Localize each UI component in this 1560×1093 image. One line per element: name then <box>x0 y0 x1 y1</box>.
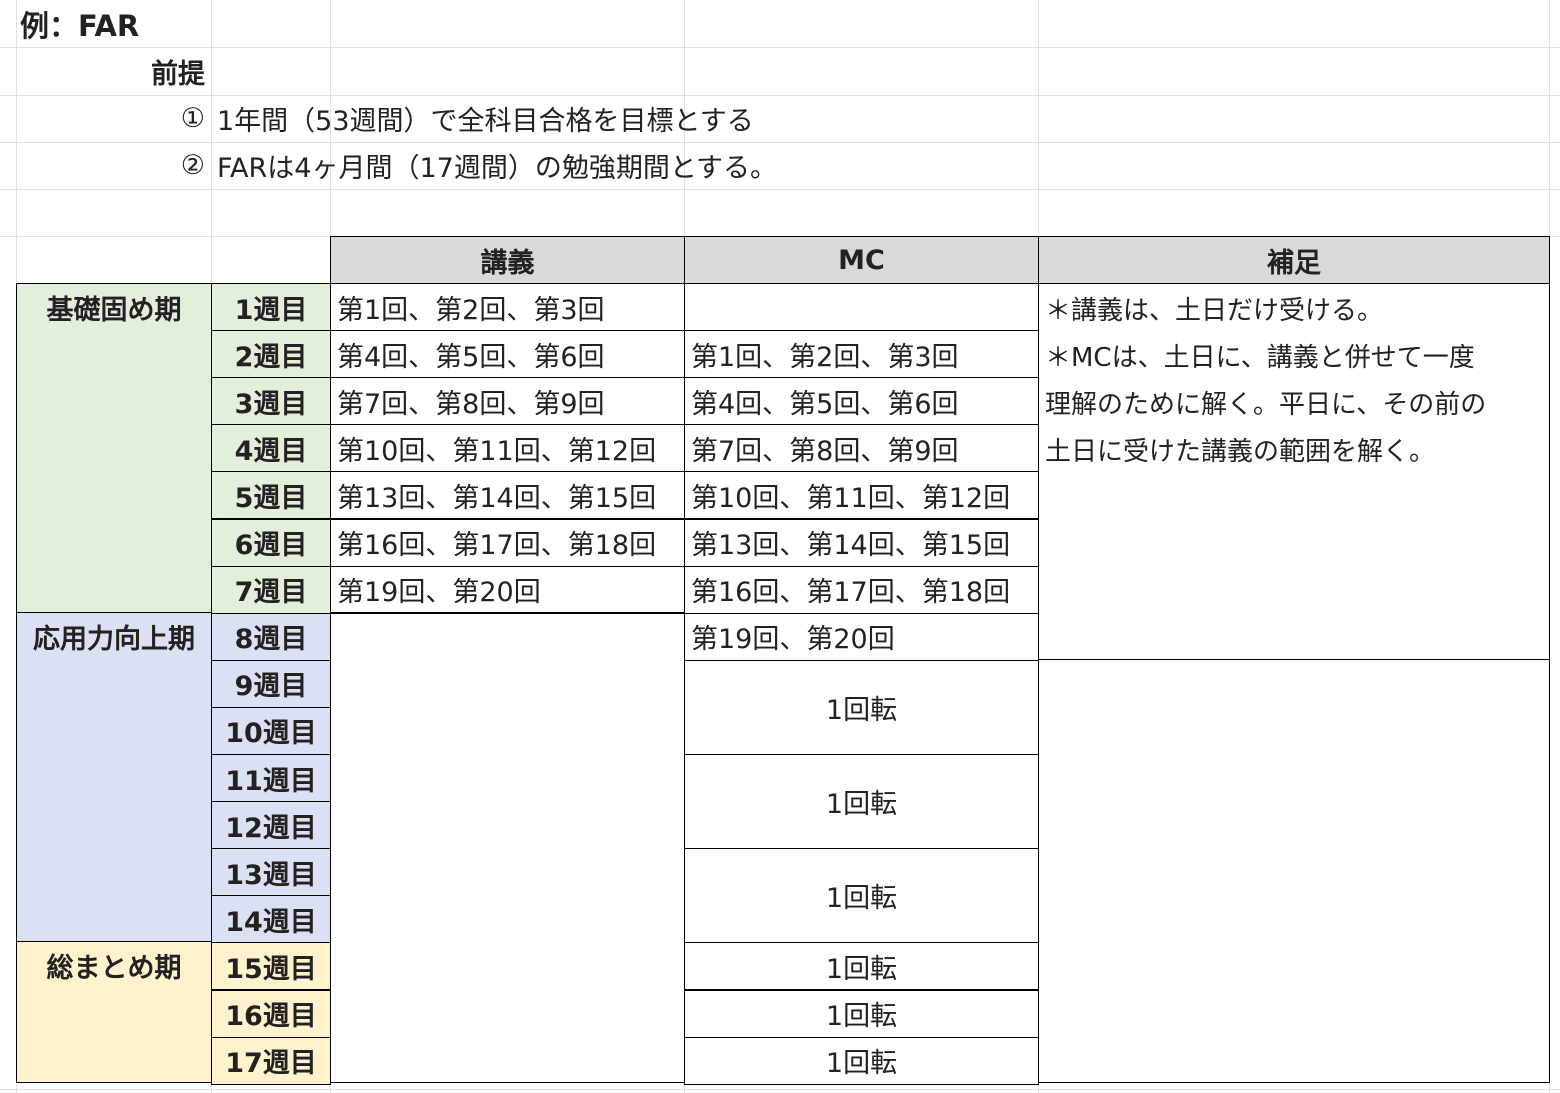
note-line: ＊講義は、土日だけ受ける。 <box>1045 296 1384 326</box>
week-cell[interactable]: 9週目 <box>211 659 331 708</box>
week-cell[interactable]: 8週目 <box>211 612 331 661</box>
mc-rotation-cell[interactable]: 1回転 <box>684 754 1039 850</box>
phase-application[interactable]: 応用力向上期 <box>16 612 212 942</box>
lecture-cell[interactable]: 第19回、第20回 <box>330 565 685 614</box>
lecture-cell[interactable]: 第1回、第2回、第3回 <box>330 283 685 332</box>
mc-rotation-cell[interactable]: 1回転 <box>684 989 1039 1038</box>
week-cell[interactable]: 6週目 <box>211 518 331 567</box>
note-line: 土日に受けた講義の範囲を解く。 <box>1045 437 1436 467</box>
week-cell[interactable]: 10週目 <box>211 706 331 755</box>
mc-rotation-cell[interactable]: 1回転 <box>684 848 1039 944</box>
lecture-cell[interactable]: 第4回、第5回、第6回 <box>330 330 685 379</box>
note-line: 理解のために解く。平日に、その前の <box>1045 390 1487 420</box>
mc-cell[interactable]: 第7回、第8回、第9回 <box>684 424 1039 473</box>
week-cell[interactable]: 11週目 <box>211 754 331 803</box>
week-cell[interactable]: 3週目 <box>211 377 331 426</box>
grid-row-line <box>0 1089 1560 1090</box>
header-lecture[interactable]: 講義 <box>330 236 685 284</box>
mc-rotation-cell[interactable]: 1回転 <box>684 659 1039 755</box>
grid-row-line <box>0 47 1560 48</box>
week-cell[interactable]: 14週目 <box>211 895 331 944</box>
week-cell[interactable]: 16週目 <box>211 989 331 1038</box>
week-cell[interactable]: 4週目 <box>211 424 331 473</box>
header-note[interactable]: 補足 <box>1038 236 1550 284</box>
note-line: ＊MCは、土日に、講義と併せて一度 <box>1045 343 1475 373</box>
week-cell[interactable]: 7週目 <box>211 565 331 614</box>
mc-cell[interactable]: 第13回、第14回、第15回 <box>684 518 1039 567</box>
premise-text-1[interactable]: 1年間（53週間）で全科目合格を目標とする <box>211 95 911 142</box>
lecture-cell[interactable]: 第16回、第17回、第18回 <box>330 518 685 567</box>
note-cell[interactable]: ＊講義は、土日だけ受ける。 ＊MCは、土日に、講義と併せて一度 理解のために解く… <box>1038 283 1550 660</box>
mc-rotation-cell[interactable]: 1回転 <box>684 1036 1039 1085</box>
mc-cell[interactable]: 第10回、第11回、第12回 <box>684 471 1039 520</box>
week-cell[interactable]: 5週目 <box>211 471 331 520</box>
phase-review[interactable]: 総まとめ期 <box>16 941 212 1083</box>
sheet-title[interactable]: 例：FAR <box>20 0 220 47</box>
mc-rotation-cell[interactable]: 1回転 <box>684 942 1039 991</box>
premise-number-1[interactable]: ① <box>17 95 211 142</box>
mc-cell[interactable]: 第16回、第17回、第18回 <box>684 565 1039 614</box>
week-cell[interactable]: 1週目 <box>211 283 331 332</box>
week-cell[interactable]: 17週目 <box>211 1036 331 1085</box>
phase-foundation[interactable]: 基礎固め期 <box>16 283 212 613</box>
premise-number-2[interactable]: ② <box>17 142 211 189</box>
lecture-empty-merged[interactable] <box>330 612 685 1083</box>
week-cell[interactable]: 12週目 <box>211 801 331 850</box>
premise-text-2[interactable]: FARは4ヶ月間（17週間）の勉強期間とする。 <box>211 142 911 189</box>
week-cell[interactable]: 13週目 <box>211 848 331 897</box>
grid-row-line <box>0 189 1560 190</box>
note-empty-merged[interactable] <box>1038 659 1550 1083</box>
lecture-cell[interactable]: 第10回、第11回、第12回 <box>330 424 685 473</box>
mc-cell[interactable]: 第4回、第5回、第6回 <box>684 377 1039 426</box>
header-mc[interactable]: MC <box>684 236 1039 284</box>
mc-cell[interactable]: 第1回、第2回、第3回 <box>684 330 1039 379</box>
premise-label[interactable]: 前提 <box>17 48 211 95</box>
week-cell[interactable]: 2週目 <box>211 330 331 379</box>
mc-cell[interactable] <box>684 283 1039 332</box>
mc-cell[interactable]: 第19回、第20回 <box>684 612 1039 661</box>
lecture-cell[interactable]: 第7回、第8回、第9回 <box>330 377 685 426</box>
week-cell[interactable]: 15週目 <box>211 942 331 991</box>
lecture-cell[interactable]: 第13回、第14回、第15回 <box>330 471 685 520</box>
